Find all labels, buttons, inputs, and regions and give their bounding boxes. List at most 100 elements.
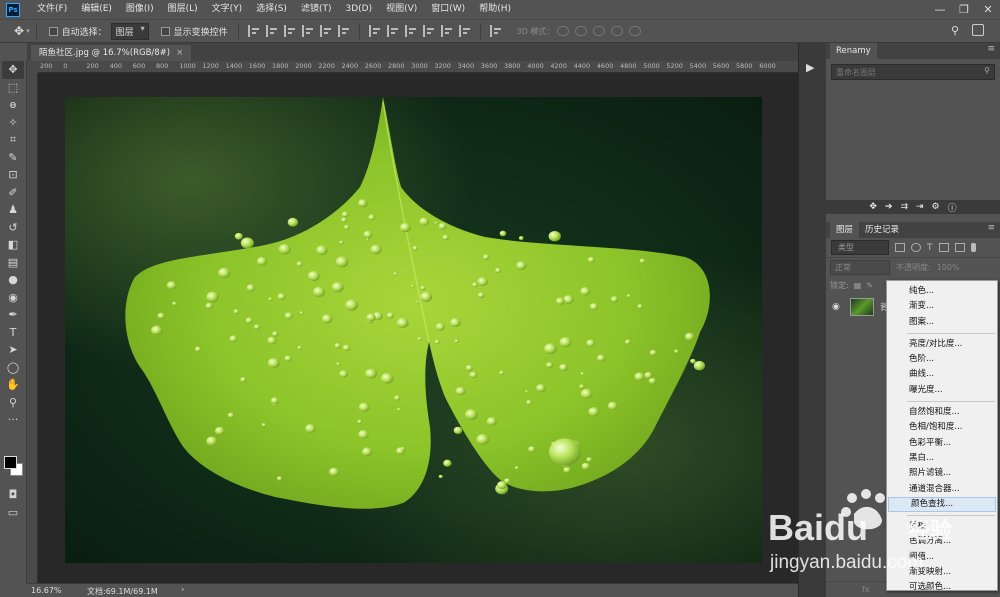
menu-item[interactable]: 通道混合器... — [887, 482, 997, 497]
tab-history[interactable]: 历史记录 — [859, 222, 905, 238]
menu-item[interactable]: 颜色查找... — [888, 496, 996, 513]
magic-wand-tool-icon[interactable]: ✧ — [2, 114, 24, 132]
distribute-left-icon[interactable] — [422, 25, 435, 37]
move-tool-icon[interactable]: ✥ — [14, 24, 24, 38]
menu-item[interactable]: 黑白... — [887, 451, 997, 466]
menu-item[interactable]: 色调分离... — [887, 534, 997, 549]
gradient-tool-icon[interactable]: ▤ — [2, 254, 24, 272]
dodge-tool-icon[interactable]: ◉ — [2, 289, 24, 307]
zoom-tool-icon[interactable]: ⚲ — [2, 394, 24, 412]
close-tab-icon[interactable]: × — [176, 48, 183, 58]
auto-select-dropdown[interactable]: 图层 — [110, 22, 149, 40]
menu-edit[interactable]: 编辑(E) — [74, 0, 119, 19]
menu-item[interactable]: 色彩平衡... — [887, 436, 997, 451]
3d-slide-icon[interactable] — [611, 26, 624, 36]
menu-item[interactable]: 可选颜色... — [887, 580, 997, 595]
close-icon[interactable]: ✕ — [976, 0, 1000, 19]
panel-menu-icon[interactable]: ≡ — [987, 44, 995, 54]
quick-mask-icon[interactable]: ◘ — [2, 486, 24, 504]
chevron-down-icon[interactable]: ▾ — [26, 27, 30, 35]
lock-transparent-icon[interactable]: ▦ — [854, 281, 862, 290]
menu-item[interactable]: 色相/饱和度... — [887, 420, 997, 435]
clone-stamp-tool-icon[interactable]: ♟ — [2, 201, 24, 219]
menu-filter[interactable]: 滤镜(T) — [294, 0, 339, 19]
crop-tool-icon[interactable]: ⌗ — [2, 131, 24, 149]
menu-image[interactable]: 图像(I) — [119, 0, 161, 19]
transfer-icon[interactable]: ⇥ — [916, 202, 924, 212]
distribute-bottom-icon[interactable] — [404, 25, 417, 37]
healing-brush-tool-icon[interactable]: ⊡ — [2, 166, 24, 184]
ginkgo-leaf-photo[interactable] — [65, 97, 762, 563]
menu-select[interactable]: 选择(S) — [249, 0, 294, 19]
pen-tool-icon[interactable]: ✒ — [2, 306, 24, 324]
menu-item[interactable]: 纯色... — [887, 284, 997, 299]
menu-item[interactable]: 反相 — [887, 519, 997, 534]
menu-file[interactable]: 文件(F) — [30, 0, 74, 19]
distribute-vcenter-icon[interactable] — [386, 25, 399, 37]
3d-rotate-icon[interactable] — [557, 26, 570, 36]
filter-kind-dropdown[interactable]: 类型 — [831, 240, 889, 255]
3d-roll-icon[interactable] — [575, 26, 588, 36]
zoom-level[interactable]: 16.67% — [31, 586, 62, 595]
screen-mode-icon[interactable]: ▭ — [2, 504, 24, 522]
restore-icon[interactable]: ❐ — [952, 0, 976, 19]
align-top-icon[interactable] — [247, 25, 260, 37]
align-hcenter-icon[interactable] — [319, 25, 332, 37]
menu-item[interactable]: 渐变... — [887, 299, 997, 314]
lasso-tool-icon[interactable]: ɵ — [2, 96, 24, 114]
move-tool-icon[interactable]: ✥ — [2, 61, 24, 79]
align-bottom-icon[interactable] — [283, 25, 296, 37]
3d-scale-icon[interactable] — [629, 26, 642, 36]
lock-paint-icon[interactable]: ✎ — [866, 281, 873, 290]
eyedropper-tool-icon[interactable]: ✎ — [2, 149, 24, 167]
pixel-filter-icon[interactable] — [895, 243, 905, 252]
history-brush-tool-icon[interactable]: ↺ — [2, 219, 24, 237]
marquee-tool-icon[interactable]: ⬚ — [2, 79, 24, 97]
menu-help[interactable]: 帮助(H) — [472, 0, 518, 19]
menu-layer[interactable]: 图层(L) — [161, 0, 205, 19]
type-tool-icon[interactable]: T — [2, 324, 24, 342]
brush-tool-icon[interactable]: ✐ — [2, 184, 24, 202]
color-swatches[interactable] — [3, 454, 25, 478]
workspace-icon[interactable] — [972, 24, 984, 36]
menu-window[interactable]: 窗口(W) — [424, 0, 472, 19]
search-icon[interactable]: ⚲ — [951, 24, 959, 37]
shape-filter-icon[interactable] — [938, 243, 949, 252]
eye-icon[interactable]: ◉ — [832, 302, 846, 312]
menu-item[interactable]: 色阶... — [887, 352, 997, 367]
move-icon[interactable]: ✥ — [869, 202, 877, 212]
filter-toggle-icon[interactable] — [970, 243, 976, 252]
fx-icon[interactable]: fx — [862, 585, 870, 594]
forward-icon[interactable]: ⇉ — [900, 202, 908, 212]
menu-type[interactable]: 文字(Y) — [205, 0, 250, 19]
ellipse-tool-icon[interactable]: ◯ — [2, 359, 24, 377]
panel-menu-icon[interactable]: ≡ — [987, 223, 995, 233]
document-tab[interactable]: 陌鱼社区.jpg @ 16.7%(RGB/8#) × — [31, 45, 192, 61]
smart-object-filter-icon[interactable] — [954, 243, 965, 252]
distribute-right-icon[interactable] — [458, 25, 471, 37]
menu-item[interactable]: 照片滤镜... — [887, 466, 997, 481]
show-transform-checkbox[interactable] — [160, 26, 170, 36]
menu-item[interactable]: 亮度/对比度... — [887, 337, 997, 352]
play-icon[interactable]: ▶ — [806, 61, 814, 74]
chevron-right-icon[interactable]: › — [181, 585, 185, 595]
blend-mode-dropdown[interactable]: 正常 — [830, 259, 890, 275]
auto-select-checkbox[interactable] — [48, 26, 58, 36]
menu-item[interactable]: 阈值... — [887, 550, 997, 565]
align-right-icon[interactable] — [337, 25, 350, 37]
menu-item[interactable]: 曝光度... — [887, 383, 997, 398]
canvas-area[interactable] — [38, 73, 798, 583]
hand-tool-icon[interactable]: ✋ — [2, 376, 24, 394]
menu-item[interactable]: 图案... — [887, 315, 997, 330]
eraser-tool-icon[interactable]: ◧ — [2, 236, 24, 254]
tab-layers[interactable]: 图层 — [830, 222, 860, 238]
menu-item[interactable]: 曲线... — [887, 367, 997, 382]
more-tools-icon[interactable]: ··· — [2, 411, 24, 429]
3d-drag-icon[interactable] — [593, 26, 606, 36]
opacity-value[interactable]: 100% — [937, 263, 960, 272]
blur-tool-icon[interactable]: ● — [2, 271, 24, 289]
type-filter-icon[interactable]: T — [927, 243, 933, 253]
info-icon[interactable]: ⓘ — [948, 201, 957, 214]
align-left-icon[interactable] — [301, 25, 314, 37]
adjustment-filter-icon[interactable] — [911, 243, 921, 252]
